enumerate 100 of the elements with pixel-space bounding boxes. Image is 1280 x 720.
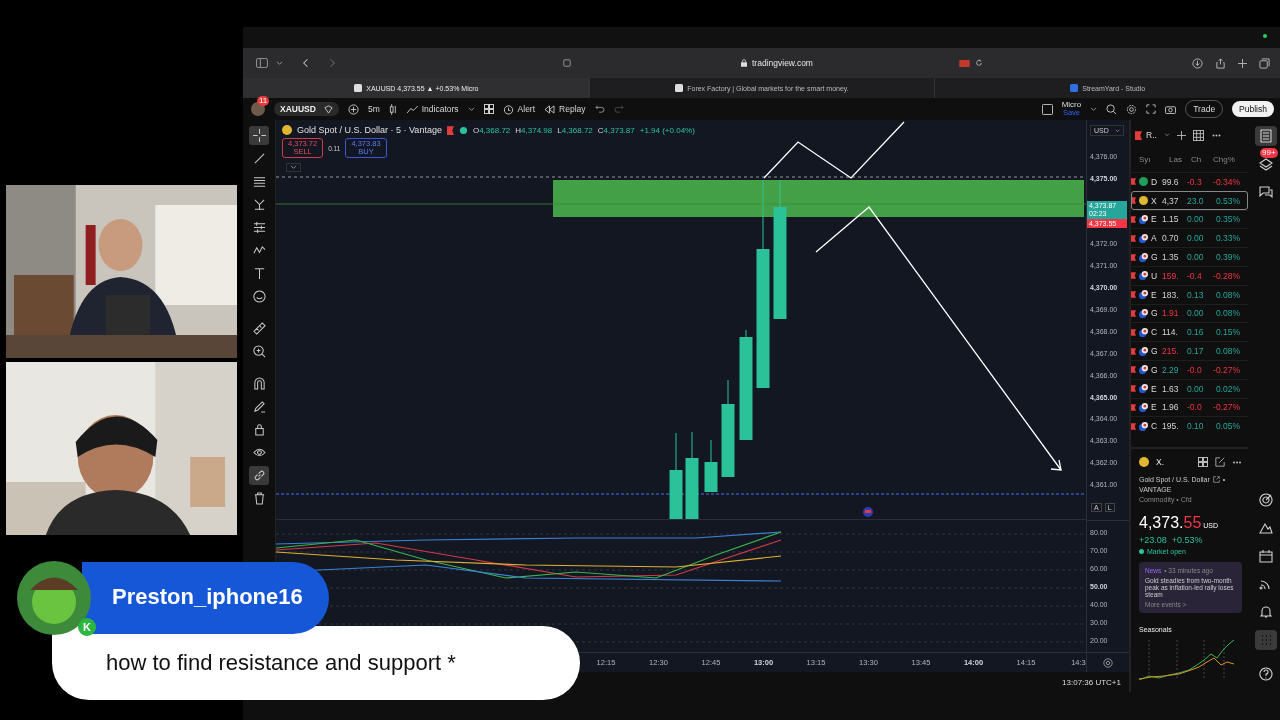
watchlist-row[interactable]: G 1.35 0.00 0.39%	[1131, 247, 1248, 266]
last-price: 99.6	[1162, 176, 1180, 187]
flag-icon	[1131, 422, 1136, 430]
watchlist-glyph	[1258, 129, 1273, 143]
chevron-down-icon[interactable]	[1090, 106, 1098, 112]
watchlist-row[interactable]: A 0.70 0.00 0.33%	[1131, 228, 1248, 248]
currency-pair-icon	[1139, 215, 1148, 224]
plus-circle-icon[interactable]	[347, 103, 359, 115]
edit-icon[interactable]	[1215, 457, 1225, 468]
external-link-icon[interactable]	[1212, 476, 1220, 484]
grid-icon[interactable]	[1198, 457, 1208, 468]
symbol-text: E	[1151, 383, 1158, 394]
more-icon[interactable]	[1210, 133, 1222, 137]
indicators-button[interactable]: Indicators	[406, 104, 459, 114]
share-icon[interactable]	[1215, 57, 1226, 69]
watchlist-row[interactable]: U 159. -0.4 -0.28%	[1131, 266, 1248, 285]
watchlist-row[interactable]: E 183. 0.13 0.08%	[1131, 284, 1248, 304]
last-price: 159.	[1162, 270, 1180, 281]
watchlist-icon[interactable]	[1254, 126, 1277, 146]
column-header[interactable]: Chg%	[1213, 154, 1241, 164]
alert-button[interactable]: Alert	[502, 103, 536, 115]
change-percent: 0.39%	[1214, 252, 1240, 263]
watchlist-row[interactable]: D 99.6 -0.3 -0.34%	[1131, 172, 1248, 191]
undo-icon[interactable]	[594, 105, 605, 113]
change-percent: -0.27%	[1212, 364, 1240, 375]
flag-icon[interactable]	[446, 125, 454, 135]
coin-icon	[1139, 196, 1148, 206]
download-icon[interactable]	[1192, 57, 1203, 69]
zigzag-line[interactable]	[763, 121, 905, 179]
currency-pair-icon	[1139, 233, 1148, 243]
last-price: 1.63	[1162, 383, 1180, 394]
watchlist-row[interactable]: G 1.91 0.00 0.08%	[1131, 303, 1248, 323]
plus-icon[interactable]	[1238, 58, 1247, 68]
back-icon[interactable]	[303, 58, 309, 68]
layout-grid-icon[interactable]	[483, 104, 494, 114]
symbol-text: D	[1151, 176, 1159, 187]
column-header[interactable]: Las	[1169, 154, 1191, 164]
column-header[interactable]: Syı	[1131, 154, 1169, 164]
link-tool[interactable]	[249, 466, 269, 485]
change-percent: 0.35%	[1214, 214, 1240, 225]
watchlist-row[interactable]: E 1.15 0.00 0.35%	[1131, 209, 1248, 229]
publish-button[interactable]: Publish	[1232, 101, 1274, 117]
clock-text: 13:07:36 UTC+1	[1062, 677, 1121, 687]
candle-icon[interactable]	[388, 103, 398, 115]
watchlist-row[interactable]: G 2.29 -0.0 -0.27%	[1131, 359, 1248, 379]
favicon-icon	[1070, 84, 1079, 92]
more-icon[interactable]	[1232, 460, 1242, 464]
arrow-line[interactable]	[815, 206, 1062, 471]
flag-icon[interactable]	[863, 507, 873, 517]
flag-icon	[1135, 130, 1142, 140]
last-price: 114.	[1162, 327, 1179, 338]
symbol-text: C	[1151, 327, 1159, 338]
watchlist-row[interactable]: C 114. 0.16 0.15%	[1131, 322, 1248, 342]
watchlist-row[interactable]: E 1.96 -0.0 -0.27%	[1131, 397, 1248, 417]
status-dot-icon	[458, 125, 468, 135]
interval-button[interactable]: 5m	[367, 104, 380, 114]
crosshair-tool[interactable]	[249, 126, 269, 145]
calendar-glyph	[1258, 549, 1273, 563]
mountain-glyph	[1258, 521, 1273, 535]
column-header[interactable]: Ch	[1191, 154, 1213, 164]
last-price: 0.70	[1162, 233, 1180, 244]
chevron-down-icon[interactable]	[276, 60, 283, 66]
ohlc-value: H4,374.98	[515, 125, 553, 135]
chevron-down-icon[interactable]	[467, 106, 475, 112]
change-percent: 0.08%	[1214, 346, 1240, 357]
trade-button[interactable]: Trade	[1185, 100, 1224, 118]
flag-icon	[1131, 234, 1136, 242]
square-icon[interactable]	[1041, 103, 1053, 115]
search-icon[interactable]	[1106, 103, 1118, 115]
currency-pair-icon	[1139, 271, 1148, 281]
candle	[704, 439, 718, 493]
camera-icon[interactable]	[1165, 104, 1177, 114]
change-value: -0.0	[1187, 364, 1203, 375]
table-icon[interactable]	[1192, 129, 1204, 141]
watchlist-row[interactable]: X 4,37 23.0 0.53%	[1131, 190, 1248, 210]
replay-button[interactable]: Replay	[544, 104, 586, 114]
chevron-down-icon	[1114, 128, 1120, 133]
favicon-icon	[354, 84, 363, 92]
fullscreen-icon[interactable]	[1146, 104, 1157, 114]
dollar-icon	[1139, 177, 1148, 187]
reload-icon[interactable]	[975, 59, 983, 67]
settings-icon[interactable]	[1103, 657, 1113, 668]
sidebar-icon[interactable]	[256, 58, 268, 68]
watchlist-row[interactable]: E 1.63 0.00 0.02%	[1131, 378, 1248, 398]
shield-icon	[323, 104, 333, 114]
change-value: 0.00	[1187, 252, 1205, 263]
watchlist-row[interactable]: C 195. 0.10 0.05%	[1131, 416, 1248, 436]
watchlist-name[interactable]: R..	[1146, 130, 1157, 140]
tabs-icon[interactable]	[1259, 57, 1270, 69]
plus-icon[interactable]	[1176, 130, 1186, 140]
extension-icon[interactable]	[959, 59, 970, 67]
collapse-icon[interactable]	[286, 163, 301, 172]
settings-icon[interactable]	[1126, 103, 1138, 115]
change-value: 0.00	[1187, 214, 1205, 225]
symbol-search[interactable]: XAUUSD	[274, 102, 339, 116]
chevron-down-icon[interactable]	[1163, 133, 1170, 137]
watchlist-row[interactable]: G 215. 0.17 0.08%	[1131, 341, 1248, 360]
line-chart-icon	[406, 104, 418, 114]
crosshair-icon	[252, 129, 266, 142]
lines-icon	[252, 175, 266, 188]
